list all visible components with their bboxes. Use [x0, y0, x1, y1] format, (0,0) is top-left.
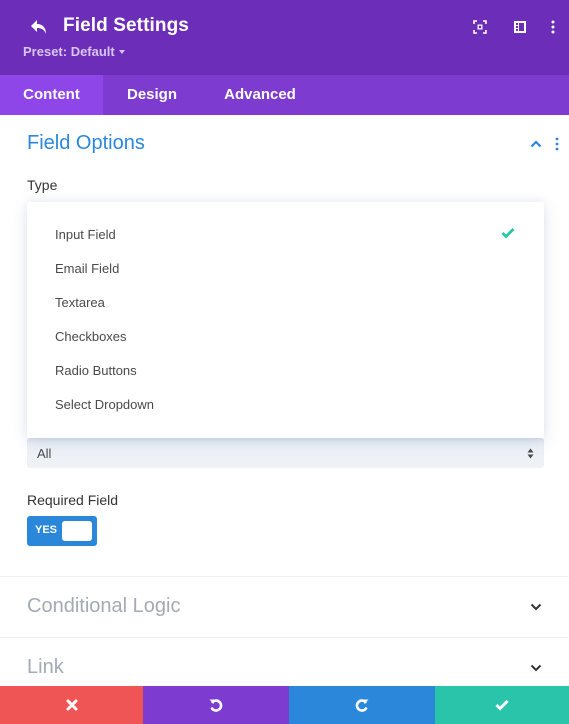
- allowed-symbols-select[interactable]: All: [27, 438, 544, 468]
- section-divider: [0, 576, 569, 577]
- check-icon: [501, 228, 515, 239]
- required-field-label: Required Field: [27, 492, 119, 508]
- modal-footer: [0, 686, 569, 724]
- tab-design[interactable]: Design: [103, 75, 201, 115]
- undo-button[interactable]: [143, 686, 289, 724]
- discard-button[interactable]: [0, 686, 143, 724]
- caret-down-icon: [118, 49, 125, 54]
- type-option-email-field[interactable]: Email Field: [55, 261, 119, 276]
- preset-selector[interactable]: Preset: Default: [23, 44, 125, 59]
- more-options-icon[interactable]: [546, 20, 560, 34]
- type-option-textarea[interactable]: Textarea: [55, 295, 105, 310]
- undo-icon: [209, 699, 223, 712]
- section-title-conditional-logic[interactable]: Conditional Logic: [27, 595, 180, 618]
- redo-button[interactable]: [289, 686, 435, 724]
- modal-header: Field Settings Preset: Default: [0, 0, 569, 75]
- section-title-field-options[interactable]: Field Options: [27, 132, 145, 155]
- preset-label: Preset: Default: [23, 44, 115, 59]
- tab-advanced[interactable]: Advanced: [201, 75, 319, 115]
- toggle-knob: [62, 521, 92, 541]
- required-field-toggle[interactable]: YES: [27, 516, 97, 546]
- split-view-icon[interactable]: [513, 20, 527, 34]
- select-arrows-icon: [527, 448, 534, 459]
- check-icon: [495, 699, 509, 711]
- modal-title: Field Settings: [63, 15, 189, 36]
- section-more-icon[interactable]: [554, 137, 560, 151]
- close-icon: [66, 699, 77, 711]
- back-icon[interactable]: [28, 16, 50, 38]
- type-option-checkboxes[interactable]: Checkboxes: [55, 329, 127, 344]
- chevron-up-icon[interactable]: [530, 140, 542, 148]
- save-button[interactable]: [435, 686, 569, 724]
- type-option-select-dropdown[interactable]: Select Dropdown: [55, 397, 154, 412]
- redo-icon: [355, 699, 369, 712]
- type-dropdown-menu: Input Field Email Field Textarea Checkbo…: [27, 202, 544, 438]
- section-divider: [0, 637, 569, 638]
- type-label: Type: [27, 177, 58, 193]
- select-value: All: [37, 446, 52, 461]
- tab-bar: Content Design Advanced: [0, 75, 569, 115]
- focus-mode-icon[interactable]: [473, 20, 487, 34]
- section-title-link[interactable]: Link: [27, 656, 64, 679]
- chevron-down-icon[interactable]: [530, 664, 542, 672]
- type-option-radio-buttons[interactable]: Radio Buttons: [55, 363, 137, 378]
- toggle-state-label: YES: [35, 524, 58, 536]
- type-option-input-field[interactable]: Input Field: [55, 227, 116, 242]
- chevron-down-icon[interactable]: [530, 603, 542, 611]
- tab-content[interactable]: Content: [0, 75, 103, 115]
